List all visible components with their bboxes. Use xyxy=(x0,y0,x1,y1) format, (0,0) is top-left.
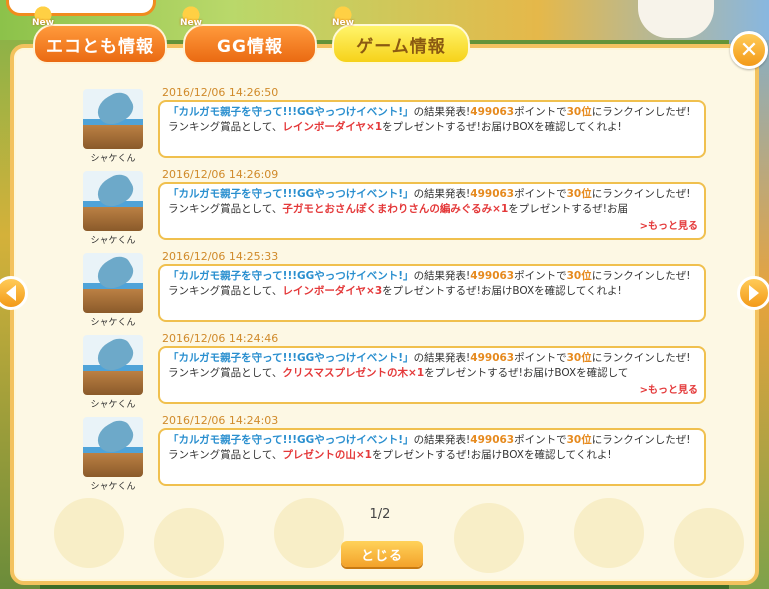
new-badge: New xyxy=(178,6,204,28)
message-bubble: 「カルガモ親子を守って!!!GGやっつけイベント!」の結果発表!499063ポイ… xyxy=(158,100,706,158)
prize-name: レインボーダイヤ×1 xyxy=(282,121,383,133)
event-name: 「カルガモ親子を守って!!!GGやっつけイベント!」 xyxy=(168,106,414,118)
message-text: にランクインしたぜ! xyxy=(591,270,691,282)
message-bubble: 「カルガモ親子を守って!!!GGやっつけイベント!」の結果発表!499063ポイ… xyxy=(158,428,706,486)
next-page-button[interactable] xyxy=(737,276,769,310)
close-icon[interactable]: ✕ xyxy=(730,31,768,69)
points: 499063 xyxy=(470,188,515,200)
timestamp: 2016/12/06 14:24:46 xyxy=(162,332,279,345)
chevron-right-icon xyxy=(749,285,759,301)
message-text: ランキング賞品として、 xyxy=(168,121,283,133)
timestamp: 2016/12/06 14:24:03 xyxy=(162,414,279,427)
tree-decoration xyxy=(574,498,644,568)
tab-label: ゲーム情報 xyxy=(356,36,446,57)
more-link[interactable]: >もっと見る xyxy=(637,219,698,234)
prize-name: 子ガモとおさんぽくまわりさんの編みぐるみ×1 xyxy=(282,203,509,215)
points: 499063 xyxy=(470,270,515,282)
sender-name: シャケくん xyxy=(90,482,136,492)
tab-eco-friends-info[interactable]: エコとも情報 xyxy=(33,24,167,64)
event-name: 「カルガモ親子を守って!!!GGやっつけイベント!」 xyxy=(168,188,414,200)
timestamp: 2016/12/06 14:25:33 xyxy=(162,250,279,263)
list-item: シャケくん 2016/12/06 14:24:03 「カルガモ親子を守って!!!… xyxy=(80,414,710,496)
tree-decoration xyxy=(454,503,524,573)
avatar xyxy=(83,171,143,231)
message-text: ポイントで xyxy=(514,270,567,282)
tab-game-info[interactable]: ゲーム情報 xyxy=(332,24,470,64)
message-text: をプレゼントするぜ!お届けBOXを確認してくれよ! xyxy=(371,449,612,461)
tab-label: エコとも情報 xyxy=(46,36,154,57)
sender-name: シャケくん xyxy=(90,318,136,328)
list-item: シャケくん 2016/12/06 14:25:33 「カルガモ親子を守って!!!… xyxy=(80,250,710,332)
points: 499063 xyxy=(470,106,515,118)
message-text: の結果発表! xyxy=(413,106,471,118)
chevron-left-icon xyxy=(6,285,16,301)
message-text: ポイントで xyxy=(514,106,567,118)
message-text: ポイントで xyxy=(514,352,567,364)
new-badge: New xyxy=(330,6,356,28)
message-bubble: 「カルガモ親子を守って!!!GGやっつけイベント!」の結果発表!499063ポイ… xyxy=(158,264,706,322)
sender-name: シャケくん xyxy=(90,236,136,246)
message-text: ランキング賞品として、 xyxy=(168,285,283,297)
message-text: にランクインしたぜ! xyxy=(591,188,691,200)
close-button[interactable]: とじる xyxy=(341,541,423,567)
message-text: をプレゼントするぜ!お届けBOXを確認してくれよ! xyxy=(382,121,622,133)
avatar xyxy=(83,89,143,149)
message-text: ランキング賞品として、 xyxy=(168,367,283,379)
rank: 30位 xyxy=(566,352,592,364)
tab-label: GG情報 xyxy=(217,36,283,57)
prize-name: レインボーダイヤ×3 xyxy=(282,285,383,297)
message-text: の結果発表! xyxy=(413,434,471,446)
message-text: にランクインしたぜ! xyxy=(591,106,691,118)
message-bubble: 「カルガモ親子を守って!!!GGやっつけイベント!」の結果発表!499063ポイ… xyxy=(158,182,706,240)
sender-name: シャケくん xyxy=(90,400,136,410)
message-text: ポイントで xyxy=(514,188,567,200)
message-text: にランクインしたぜ! xyxy=(591,352,691,364)
message-text: の結果発表! xyxy=(413,188,471,200)
tree-decoration xyxy=(154,508,224,578)
list-item: シャケくん 2016/12/06 14:26:50 「カルガモ親子を守って!!!… xyxy=(80,86,710,168)
page-indicator: 1/2 xyxy=(369,507,391,522)
list-item: シャケくん 2016/12/06 14:24:46 「カルガモ親子を守って!!!… xyxy=(80,332,710,414)
message-text: の結果発表! xyxy=(413,352,471,364)
event-name: 「カルガモ親子を守って!!!GGやっつけイベント!」 xyxy=(168,270,414,282)
news-panel: シャケくん 2016/12/06 14:26:50 「カルガモ親子を守って!!!… xyxy=(10,44,759,585)
list-item: シャケくん 2016/12/06 14:26:09 「カルガモ親子を守って!!!… xyxy=(80,168,710,250)
sender-name: シャケくん xyxy=(90,154,136,164)
message-bubble: 「カルガモ親子を守って!!!GGやっつけイベント!」の結果発表!499063ポイ… xyxy=(158,346,706,404)
avatar xyxy=(83,417,143,477)
points: 499063 xyxy=(470,434,515,446)
rank: 30位 xyxy=(566,106,592,118)
timestamp: 2016/12/06 14:26:09 xyxy=(162,168,279,181)
message-text: ランキング賞品として、 xyxy=(168,203,283,215)
rank: 30位 xyxy=(566,434,592,446)
rank: 30位 xyxy=(566,270,592,282)
message-text: の結果発表! xyxy=(413,270,471,282)
event-name: 「カルガモ親子を守って!!!GGやっつけイベント!」 xyxy=(168,434,414,446)
new-badge: New xyxy=(30,6,56,28)
message-text: をプレゼントするぜ!お届けBOXを確認して xyxy=(424,367,629,379)
message-text: をプレゼントするぜ!お届 xyxy=(508,203,628,215)
points: 499063 xyxy=(470,352,515,364)
prize-name: プレゼントの山×1 xyxy=(282,449,372,461)
tree-decoration xyxy=(54,498,124,568)
game-logo xyxy=(6,0,156,16)
message-text: にランクインしたぜ! xyxy=(591,434,691,446)
prize-name: クリスマスプレゼントの木×1 xyxy=(282,367,425,379)
message-text: ランキング賞品として、 xyxy=(168,449,283,461)
event-name: 「カルガモ親子を守って!!!GGやっつけイベント!」 xyxy=(168,352,414,364)
tree-decoration xyxy=(674,508,744,578)
avatar xyxy=(83,253,143,313)
tree-decoration xyxy=(274,498,344,568)
message-text: をプレゼントするぜ!お届けBOXを確認してくれよ! xyxy=(382,285,622,297)
message-text: ポイントで xyxy=(514,434,567,446)
more-link[interactable]: >もっと見る xyxy=(637,383,698,398)
avatar xyxy=(83,335,143,395)
timestamp: 2016/12/06 14:26:50 xyxy=(162,86,279,99)
tab-gg-info[interactable]: GG情報 xyxy=(183,24,317,64)
rank: 30位 xyxy=(566,188,592,200)
